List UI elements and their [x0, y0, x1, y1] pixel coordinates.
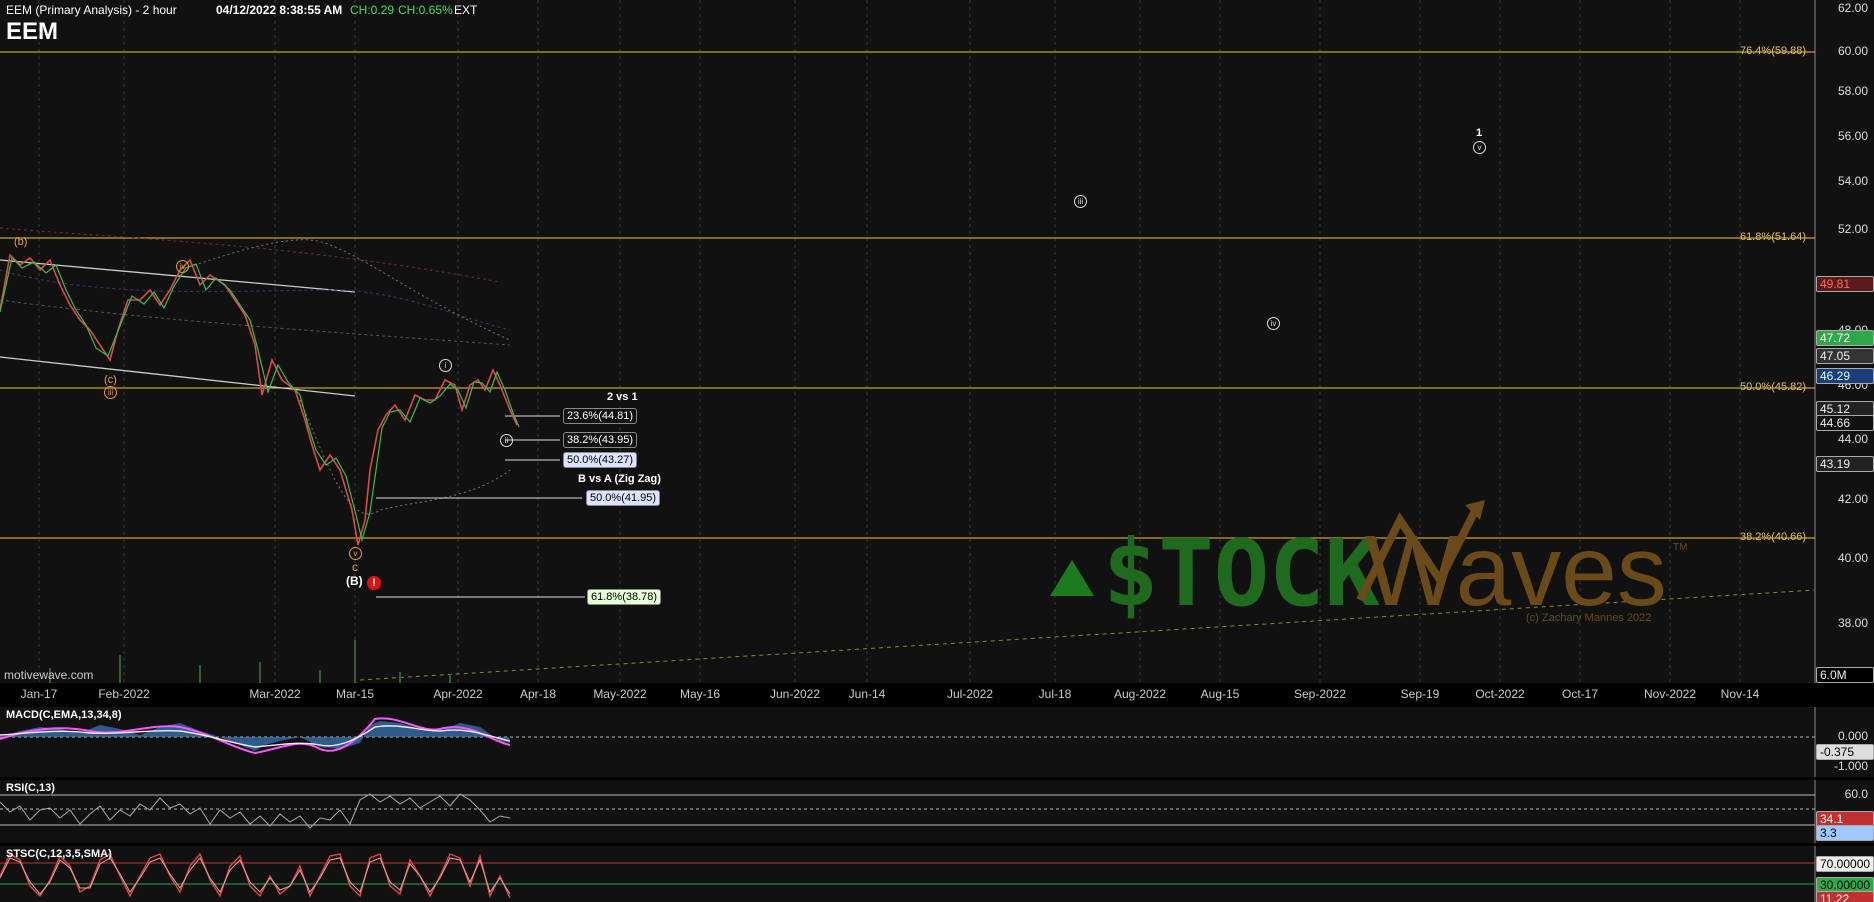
- y-label: 54.00: [1837, 174, 1868, 188]
- date-label: Jun-2022: [769, 687, 821, 701]
- price-tag: 46.29: [1816, 368, 1874, 384]
- watermark-credit: (c) Zachary Mannes 2022: [1526, 612, 1652, 624]
- stsc-pane[interactable]: STSC(C,12,3,5,SMA) 70.00000 30.00000 11.…: [0, 846, 1874, 902]
- site-watermark: motivewave.com: [4, 668, 94, 682]
- date-label: Nov-2022: [1643, 687, 1697, 701]
- symbol: EEM: [6, 18, 59, 45]
- change: CH:0.29: [350, 3, 395, 17]
- future-wave-iii: iii: [1074, 195, 1087, 208]
- b-vs-a-label: B vs A (Zig Zag): [578, 473, 661, 485]
- timestamp: 04/12/2022 8:38:55 AM: [216, 3, 343, 17]
- wave-label-B: (B): [346, 574, 363, 588]
- y-label: 56.00: [1837, 129, 1868, 143]
- chart-title: EEM (Primary Analysis) - 2 hour: [6, 3, 177, 17]
- change-pct: CH:0.65%: [398, 3, 453, 17]
- date-label: Jul-2022: [946, 687, 994, 701]
- fib-box: 38.2%(43.95): [563, 432, 638, 448]
- date-label: May-2022: [593, 687, 647, 701]
- price-tag: 43.19: [1816, 456, 1874, 472]
- two-vs-one-label: 2 vs 1: [607, 391, 638, 403]
- date-label: Jan-17: [20, 687, 58, 701]
- alert-icon[interactable]: !: [367, 576, 381, 590]
- stsc-title: STSC(C,12,3,5,SMA): [6, 848, 112, 860]
- y-label: 62.00: [1837, 1, 1868, 15]
- date-label: May-16: [679, 687, 721, 701]
- wave-label-ii: ii: [500, 434, 513, 447]
- price-chart-pane[interactable]: $TOCK Waves TM EEM (Primary Analysis) - …: [0, 0, 1874, 683]
- fib-box: 50.0%(43.27): [563, 452, 638, 468]
- stsc-tag: 11.22: [1816, 891, 1874, 902]
- fib-box: 50.0%(41.95): [586, 490, 661, 506]
- y-label: 38.00: [1837, 616, 1868, 630]
- wave-label-iii: iii: [104, 386, 117, 399]
- macd-axis-label: 0.000: [1837, 729, 1868, 743]
- stsc-svg: [0, 846, 1816, 902]
- date-label: Feb-2022: [98, 687, 150, 701]
- future-wave-1: 1: [1476, 127, 1483, 139]
- price-tag: 44.66: [1816, 415, 1874, 431]
- date-label: Jun-14: [848, 687, 886, 701]
- y-label: 52.00: [1837, 222, 1868, 236]
- date-label: Jul-18: [1038, 687, 1072, 701]
- y-label: 58.00: [1837, 84, 1868, 98]
- date-axis[interactable]: Jan-17 Feb-2022 Mar-2022 Mar-15 Apr-2022…: [0, 683, 1874, 705]
- fib-level-label: 50.0%(45.82): [1740, 381, 1807, 393]
- volume-label: 6.0M: [1816, 667, 1874, 683]
- date-label: Mar-15: [335, 687, 375, 701]
- macd-svg: [0, 707, 1816, 777]
- date-label: Sep-2022: [1293, 687, 1347, 701]
- wave-label-c: c: [352, 560, 358, 574]
- macd-pane[interactable]: MACD(C,EMA,13,34,8) 0.000 -1.000 -0.375: [0, 707, 1874, 777]
- y-label: 44.00: [1837, 432, 1868, 446]
- date-label: Sep-19: [1400, 687, 1440, 701]
- price-tag: 47.72: [1816, 330, 1874, 346]
- watermark-stock: $TOCK: [1103, 520, 1381, 627]
- y-label: 40.00: [1837, 551, 1868, 565]
- fib-level-label: 61.8%(51.64): [1740, 231, 1807, 243]
- price-tag: 47.05: [1816, 348, 1874, 364]
- macd-tag: -0.375: [1816, 744, 1874, 760]
- y-label: 42.00: [1837, 492, 1868, 506]
- wave-label-i: i: [439, 359, 452, 372]
- rsi-svg: [0, 780, 1816, 843]
- fib-level-label: 38.2%(40.66): [1740, 531, 1807, 543]
- future-wave-v: v: [1473, 141, 1486, 154]
- date-label: Nov-14: [1720, 687, 1760, 701]
- session: EXT: [454, 3, 478, 17]
- rsi-title: RSI(C,13): [6, 782, 55, 794]
- wave-label-v: v: [349, 547, 362, 560]
- wave-label-iv: iv: [176, 260, 189, 273]
- date-label: Oct-2022: [1475, 687, 1525, 701]
- price-tag: 49.81: [1816, 276, 1874, 292]
- fib-box: 23.6%(44.81): [563, 408, 638, 424]
- y-label: 60.00: [1837, 44, 1868, 58]
- rsi-pane[interactable]: RSI(C,13) 60.0 34.1 3.3: [0, 780, 1874, 843]
- stsc-tag: 70.00000: [1816, 856, 1874, 872]
- date-label: Oct-17: [1561, 687, 1599, 701]
- price-chart-svg: $TOCK Waves TM: [0, 0, 1816, 683]
- date-label: Mar-2022: [249, 687, 301, 701]
- rsi-tag: 3.3: [1816, 825, 1874, 841]
- date-label: Aug-15: [1200, 687, 1240, 701]
- date-label: Apr-2022: [433, 687, 483, 701]
- macd-axis-label: -1.000: [1833, 759, 1868, 773]
- macd-title: MACD(C,EMA,13,34,8): [6, 709, 122, 721]
- date-label: Aug-2022: [1113, 687, 1167, 701]
- date-label: Apr-18: [519, 687, 557, 701]
- fib-level-label: 76.4%(59.88): [1740, 45, 1807, 57]
- svg-text:TM: TM: [1673, 542, 1687, 553]
- wave-label-c-small: (c): [104, 374, 117, 386]
- rsi-axis-label: 60.0: [1844, 787, 1868, 801]
- wave-label-b-small: (b): [14, 236, 28, 248]
- future-wave-iv: iv: [1267, 317, 1280, 330]
- fib-box: 61.8%(38.78): [587, 589, 662, 605]
